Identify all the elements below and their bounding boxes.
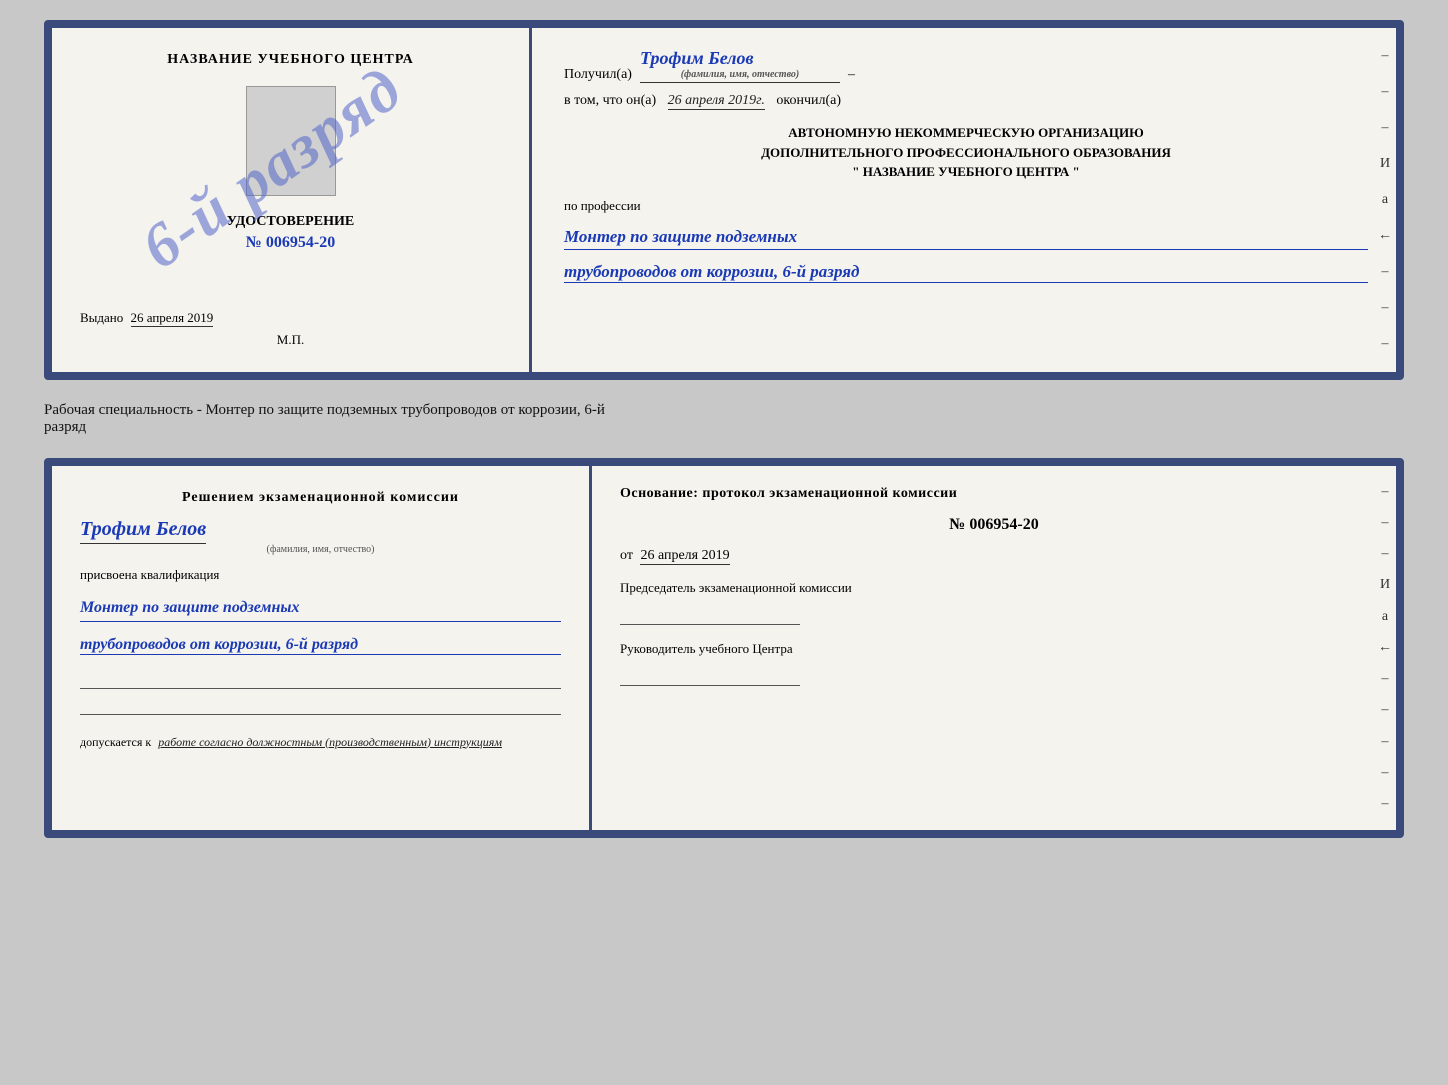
protocol-number: № 006954-20 bbox=[620, 516, 1368, 534]
qualification-label: присвоена квалификация bbox=[80, 567, 561, 583]
date-prefix: в том, что он(а) bbox=[564, 93, 656, 108]
org-line1: АВТОНОМНУЮ НЕКОММЕРЧЕСКУЮ ОРГАНИЗАЦИЮ bbox=[564, 123, 1368, 143]
date-value: 26 апреля 2019г. bbox=[668, 93, 765, 110]
decision-title: Решением экзаменационной комиссии bbox=[80, 490, 561, 506]
middle-text: Рабочая специальность - Монтер по защите… bbox=[44, 398, 1404, 440]
bottom-name-section: Трофим Белов (фамилия, имя, отчество) bbox=[80, 518, 561, 555]
bottom-cert-left: Решением экзаменационной комиссии Трофим… bbox=[52, 466, 592, 830]
director-label: Руководитель учебного Центра bbox=[620, 639, 1368, 660]
middle-line2: разряд bbox=[44, 419, 1404, 436]
cert-number-section: УДОСТОВЕРЕНИЕ № 006954-20 bbox=[227, 214, 354, 252]
bottom-side-dashes: – – – И а ← – – – – – bbox=[1374, 466, 1396, 830]
blank-line-2 bbox=[80, 697, 561, 715]
director-sign-line bbox=[620, 668, 800, 686]
date-suffix: окончил(а) bbox=[776, 93, 841, 108]
profession-val1: Монтер по защите подземных bbox=[564, 224, 1368, 251]
qualification-val2: трубопроводов от коррозии, 6-й разряд bbox=[80, 636, 561, 655]
protocol-date-prefix: от bbox=[620, 548, 633, 563]
recipient-name: Трофим Белов (фамилия, имя, отчество) bbox=[640, 48, 840, 83]
top-cert-left: НАЗВАНИЕ УЧЕБНОГО ЦЕНТРА 6-й разряд УДОС… bbox=[52, 28, 532, 372]
bottom-cert-right: Основание: протокол экзаменационной коми… bbox=[592, 466, 1396, 830]
fio-hint: (фамилия, имя, отчество) bbox=[640, 69, 840, 80]
work-permission-prefix: допускается к bbox=[80, 735, 151, 749]
blank-lines bbox=[80, 671, 561, 715]
protocol-date: от 26 апреля 2019 bbox=[620, 548, 1368, 564]
org-line2: ДОПОЛНИТЕЛЬНОГО ПРОФЕССИОНАЛЬНОГО ОБРАЗО… bbox=[564, 143, 1368, 163]
work-permission-text: работе согласно должностным (производств… bbox=[158, 735, 502, 749]
bottom-certificate: Решением экзаменационной комиссии Трофим… bbox=[44, 458, 1404, 838]
top-cert-title: НАЗВАНИЕ УЧЕБНОГО ЦЕНТРА bbox=[167, 52, 413, 68]
photo-placeholder bbox=[246, 86, 336, 196]
date-line: в том, что он(а) 26 апреля 2019г. окончи… bbox=[564, 93, 1368, 109]
protocol-date-val: 26 апреля 2019 bbox=[640, 548, 729, 565]
bottom-fio-hint: (фамилия, имя, отчество) bbox=[80, 544, 561, 555]
top-cert-right: Получил(а) Трофим Белов (фамилия, имя, о… bbox=[532, 28, 1396, 372]
org-text: АВТОНОМНУЮ НЕКОММЕРЧЕСКУЮ ОРГАНИЗАЦИЮ ДО… bbox=[564, 123, 1368, 182]
issued-date: 26 апреля 2019 bbox=[131, 310, 214, 327]
work-permission: допускается к работе согласно должностны… bbox=[80, 735, 561, 750]
top-certificate: НАЗВАНИЕ УЧЕБНОГО ЦЕНТРА 6-й разряд УДОС… bbox=[44, 20, 1404, 380]
dash-separator: – bbox=[848, 67, 855, 83]
blank-line-1 bbox=[80, 671, 561, 689]
qualification-val1: Монтер по защите подземных bbox=[80, 595, 561, 622]
side-dashes: – – – И а ← – – – bbox=[1374, 28, 1396, 372]
recipient-line: Получил(а) Трофим Белов (фамилия, имя, о… bbox=[564, 48, 1368, 83]
basis-title: Основание: протокол экзаменационной коми… bbox=[620, 486, 1368, 502]
udostoverenie-label: УДОСТОВЕРЕНИЕ bbox=[227, 214, 354, 230]
org-line3: " НАЗВАНИЕ УЧЕБНОГО ЦЕНТРА " bbox=[564, 162, 1368, 182]
mp-label: М.П. bbox=[277, 332, 304, 348]
cert-number: № 006954-20 bbox=[227, 234, 354, 252]
profession-val2: трубопроводов от коррозии, 6-й разряд bbox=[564, 262, 1368, 283]
bottom-person-name: Трофим Белов bbox=[80, 518, 206, 544]
chairman-section: Председатель экзаменационной комиссии bbox=[620, 578, 1368, 625]
issued-line: Выдано 26 апреля 2019 bbox=[80, 302, 501, 326]
director-section: Руководитель учебного Центра bbox=[620, 639, 1368, 686]
middle-line1: Рабочая специальность - Монтер по защите… bbox=[44, 402, 1404, 419]
issued-label: Выдано bbox=[80, 310, 123, 325]
received-label: Получил(а) bbox=[564, 67, 632, 83]
chairman-label: Председатель экзаменационной комиссии bbox=[620, 578, 1368, 599]
profession-label: по профессии bbox=[564, 198, 1368, 214]
chairman-sign-line bbox=[620, 607, 800, 625]
